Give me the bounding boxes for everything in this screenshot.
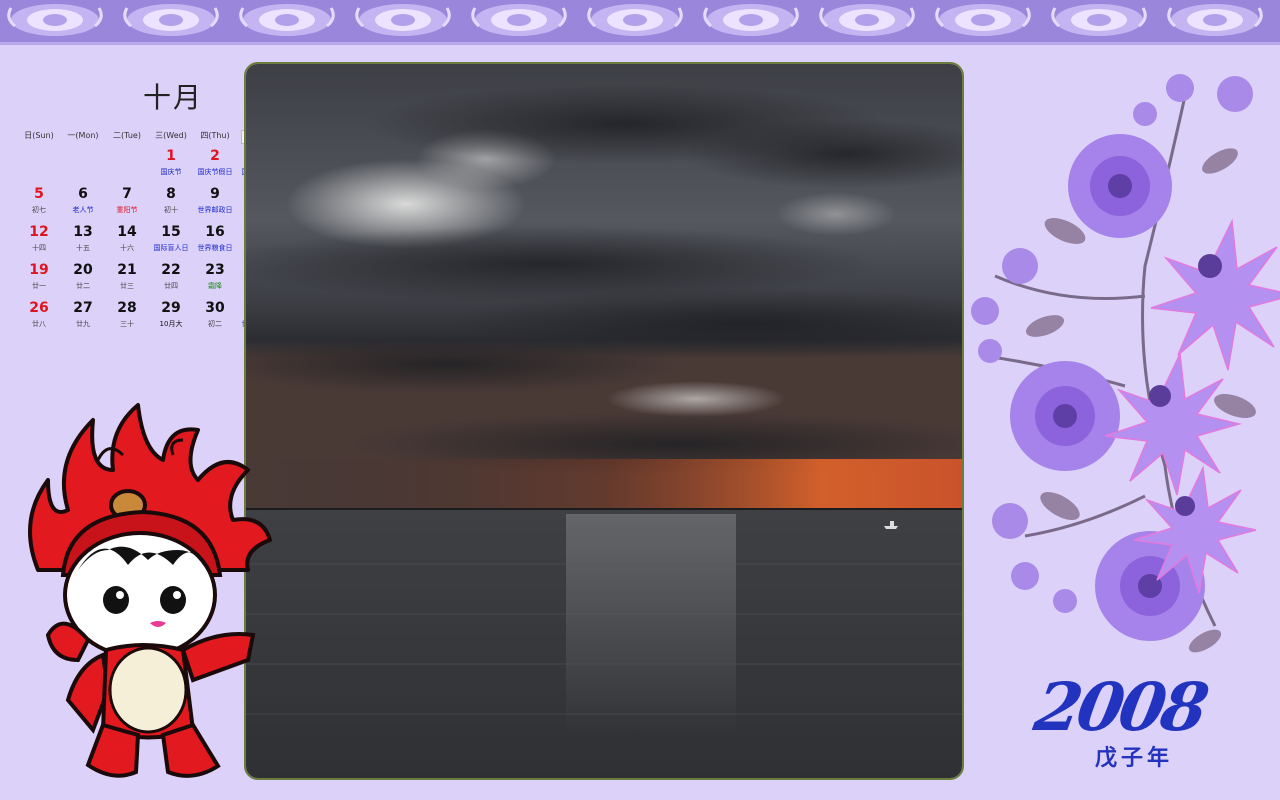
calendar-day-cell: 29 10月大 bbox=[149, 300, 193, 338]
calendar-day-number: 15 bbox=[161, 224, 181, 240]
rose-tile-icon bbox=[935, 4, 1031, 36]
calendar-day-number: 7 bbox=[122, 186, 132, 202]
rose-tile-icon bbox=[239, 4, 335, 36]
calendar-day-cell: 16 世界粮食日 bbox=[193, 224, 237, 262]
calendar-day-cell: 28 三十 bbox=[105, 300, 149, 338]
calendar-day-cell: 1 国庆节 bbox=[149, 148, 193, 186]
calendar-day-number: 27 bbox=[73, 300, 93, 316]
rose-tile-icon bbox=[1051, 4, 1147, 36]
calendar-day-number: 5 bbox=[34, 186, 44, 202]
weekday-label: 四(Thu) bbox=[200, 131, 230, 140]
calendar-day-lunar: 国际盲人日 bbox=[153, 244, 189, 252]
calendar-day-lunar: 廿三 bbox=[120, 282, 134, 290]
weekday-label: 二(Tue) bbox=[113, 131, 141, 140]
calendar-day-cell: 12 十四 bbox=[17, 224, 61, 262]
calendar-day-cell: 22 廿四 bbox=[149, 262, 193, 300]
calendar-day-number: 14 bbox=[117, 224, 137, 240]
calendar-day-lunar: 霜降 bbox=[208, 282, 222, 290]
calendar-day-lunar: 廿八 bbox=[32, 320, 46, 328]
rose-border-banner bbox=[0, 0, 1280, 42]
calendar-day-cell: 20 廿二 bbox=[61, 262, 105, 300]
purple-flower-bouquet bbox=[971, 74, 1280, 653]
calendar-day-lunar: 十四 bbox=[32, 244, 46, 252]
calendar-day-lunar: 廿九 bbox=[76, 320, 90, 328]
rose-tile-icon bbox=[7, 4, 103, 36]
calendar-day-number: 23 bbox=[205, 262, 225, 278]
calendar-day-lunar: 重阳节 bbox=[116, 206, 138, 214]
calendar-day-lunar: 国庆节 bbox=[160, 168, 182, 176]
calendar-day-cell: 8 初十 bbox=[149, 186, 193, 224]
calendar-day-cell: 2 国庆节假日 bbox=[193, 148, 237, 186]
calendar-day-lunar: 世界邮政日 bbox=[197, 206, 233, 214]
calendar-day-cell: 6 老人节 bbox=[61, 186, 105, 224]
rose-tile-icon bbox=[123, 4, 219, 36]
rose-tile-icon bbox=[587, 4, 683, 36]
rose-tile-icon bbox=[471, 4, 567, 36]
calendar-day-lunar: 10月大 bbox=[159, 320, 183, 328]
calendar-day-cell: 27 廿九 bbox=[61, 300, 105, 338]
calendar-day-number: 6 bbox=[78, 186, 88, 202]
year-logo: 2008 bbox=[1029, 668, 1211, 746]
banner-divider bbox=[0, 42, 1280, 45]
year-chinese-text: 戊子年 bbox=[1095, 746, 1174, 771]
month-title: 十月 bbox=[143, 81, 204, 114]
calendar-day-lunar: 初十 bbox=[164, 206, 178, 214]
fuwa-huanhuan-mascot bbox=[28, 403, 272, 778]
calendar-day-lunar: 初七 bbox=[32, 206, 46, 214]
calendar-day-number: 20 bbox=[73, 262, 93, 278]
calendar-day-cell: 19 廿一 bbox=[17, 262, 61, 300]
calendar-day-cell: 15 国际盲人日 bbox=[149, 224, 193, 262]
calendar-day-number: 28 bbox=[117, 300, 137, 316]
calendar-day-number: 12 bbox=[29, 224, 49, 240]
calendar-day-number: 26 bbox=[29, 300, 49, 316]
stormy-sea-sunset-photo bbox=[246, 64, 962, 778]
calendar-day-number: 13 bbox=[73, 224, 93, 240]
weekday-label: 一(Mon) bbox=[67, 131, 99, 140]
calendar-day-number: 2 bbox=[210, 148, 220, 164]
calendar-day-number: 1 bbox=[166, 148, 176, 164]
calendar-day-cell: 14 十六 bbox=[105, 224, 149, 262]
calendar-day-number: 19 bbox=[29, 262, 49, 278]
photo-frame bbox=[244, 62, 964, 780]
weekday-label: 三(Wed) bbox=[155, 131, 187, 140]
weekday-label: 日(Sun) bbox=[24, 131, 54, 140]
calendar-day-cell: 23 霜降 bbox=[193, 262, 237, 300]
calendar-day-lunar: 廿四 bbox=[164, 282, 178, 290]
calendar-day-number: 29 bbox=[161, 300, 181, 316]
rose-tile-icon bbox=[703, 4, 799, 36]
calendar-day-number: 30 bbox=[205, 300, 225, 316]
calendar-day-number: 9 bbox=[210, 186, 220, 202]
calendar-day-cell: 21 廿三 bbox=[105, 262, 149, 300]
calendar-day-cell: 26 廿八 bbox=[17, 300, 61, 338]
calendar-day-number: 8 bbox=[166, 186, 176, 202]
calendar-day-lunar: 廿一 bbox=[32, 282, 46, 290]
calendar-day-number: 16 bbox=[205, 224, 225, 240]
rose-tile-icon bbox=[819, 4, 915, 36]
calendar-day-lunar: 老人节 bbox=[72, 206, 94, 214]
calendar-day-lunar: 十五 bbox=[76, 244, 90, 252]
rose-tile-icon bbox=[1167, 4, 1263, 36]
calendar-day-lunar: 三十 bbox=[120, 320, 134, 328]
calendar-day-lunar: 国庆节假日 bbox=[197, 168, 233, 176]
rose-tile-icon bbox=[355, 4, 451, 36]
calendar-day-cell: 5 初七 bbox=[17, 186, 61, 224]
calendar-day-number: 22 bbox=[161, 262, 181, 278]
calendar-day-lunar: 世界粮食日 bbox=[197, 244, 233, 252]
calendar-day-lunar: 十六 bbox=[120, 244, 134, 252]
calendar-day-lunar: 初二 bbox=[208, 320, 222, 328]
calendar-day-number: 21 bbox=[117, 262, 137, 278]
calendar-day-cell: 30 初二 bbox=[193, 300, 237, 338]
calendar-day-cell: 7 重阳节 bbox=[105, 186, 149, 224]
calendar-day-cell: 9 世界邮政日 bbox=[193, 186, 237, 224]
calendar-day-cell: 13 十五 bbox=[61, 224, 105, 262]
calendar-day-lunar: 廿二 bbox=[76, 282, 90, 290]
